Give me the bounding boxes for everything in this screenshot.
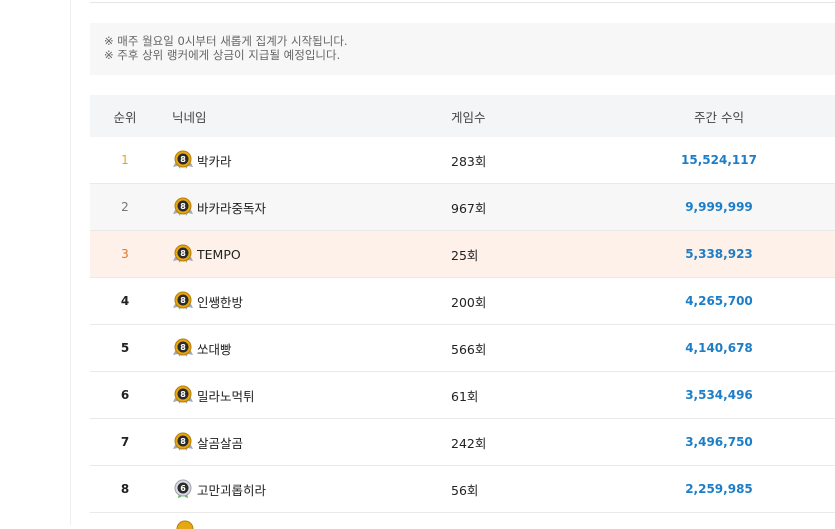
nickname-text: 바카라중독자	[197, 200, 267, 216]
table-row: 4 8 인쌩한방 200회 4,265,700	[90, 278, 835, 325]
profit-cell: 3,534,496	[685, 388, 753, 402]
nickname-cell: 8 밀라노먹튀	[160, 384, 428, 406]
nickname-text: 살곰살곰	[197, 435, 244, 451]
nickname-cell: 8 바카라중독자	[160, 196, 428, 218]
badge-level: 8	[180, 155, 186, 164]
header-profit: 주간 수익	[694, 109, 744, 125]
table-header: 순위 닉네임 게임수 주간 수익	[90, 95, 835, 137]
profit-cell: 9,999,999	[685, 200, 753, 214]
nickname-cell: 8 쏘대빵	[160, 337, 428, 359]
games-cell: 967회	[451, 200, 487, 216]
nickname-cell: 8 박카라	[160, 149, 428, 171]
table-row-partial	[90, 510, 835, 529]
nickname-text: TEMPO	[197, 246, 241, 262]
nickname-cell: 8 TEMPO	[160, 243, 428, 265]
table-row: 8 6 고만괴롭히라 56회 2,259,985	[90, 466, 835, 513]
profit-cell: 3,496,750	[685, 435, 753, 449]
silver-medal-level-icon: 6	[174, 479, 192, 498]
games-cell: 566회	[451, 341, 487, 357]
nickname-text: 밀라노먹튀	[197, 388, 255, 404]
badge-level: 8	[180, 202, 186, 211]
notice-line-1: ※ 매주 월요일 0시부터 새롭게 집계가 시작됩니다.	[104, 34, 348, 48]
table-row: 1 8 박카라 283회 15,524,117	[90, 137, 835, 184]
profit-cell: 5,338,923	[685, 247, 753, 261]
rank-cell: 8	[120, 482, 130, 496]
badge-level: 8	[180, 249, 186, 258]
gold-medal-level-icon	[176, 520, 194, 529]
badge-level: 8	[180, 296, 186, 305]
weekly-ranking-table: 순위 닉네임 게임수 주간 수익 1 8 박카라 283회 15,524,117…	[90, 95, 835, 513]
header-nickname: 닉네임	[172, 109, 207, 125]
table-row: 3 8 TEMPO 25회 5,338,923	[90, 231, 835, 278]
left-rail	[0, 0, 71, 525]
games-cell: 283회	[451, 153, 487, 169]
nickname-text: 고만괴롭히라	[197, 482, 267, 498]
games-cell: 61회	[451, 388, 479, 404]
rank-cell: 2	[121, 200, 129, 214]
games-cell: 56회	[451, 482, 479, 498]
profit-cell: 4,265,700	[685, 294, 753, 308]
nickname-cell: 8 인쌩한방	[160, 290, 428, 312]
table-row: 7 8 살곰살곰 242회 3,496,750	[90, 419, 835, 466]
rank-cell: 1	[121, 153, 129, 167]
rank-cell: 3	[121, 247, 129, 261]
rank-cell: 5	[120, 341, 130, 355]
profit-cell: 2,259,985	[685, 482, 753, 496]
games-cell: 242회	[451, 435, 487, 451]
profit-cell: 4,140,678	[685, 341, 753, 355]
gold-medal-level-icon: 8	[173, 197, 193, 216]
table-row: 6 8 밀라노먹튀 61회 3,534,496	[90, 372, 835, 419]
profit-cell: 15,524,117	[681, 153, 757, 167]
gold-medal-level-icon: 8	[173, 150, 193, 169]
table-row: 2 8 바카라중독자 967회 9,999,999	[90, 184, 835, 231]
badge-level: 8	[180, 343, 186, 352]
gold-medal-level-icon: 8	[173, 291, 193, 310]
nickname-cell: 8 살곰살곰	[160, 431, 428, 453]
gold-medal-level-icon: 8	[173, 385, 193, 404]
top-divider	[90, 0, 835, 3]
badge-level: 8	[180, 437, 186, 446]
rank-cell: 7	[120, 435, 130, 449]
badge-level: 8	[180, 390, 186, 399]
gold-medal-level-icon: 8	[173, 338, 193, 357]
rank-cell: 4	[120, 294, 130, 308]
nickname-cell: 6 고만괴롭히라	[160, 478, 428, 500]
nickname-text: 쏘대빵	[197, 341, 232, 357]
notice-box: ※ 매주 월요일 0시부터 새롭게 집계가 시작됩니다. ※ 주후 상위 랭커에…	[90, 23, 835, 75]
nickname-text: 인쌩한방	[197, 294, 244, 310]
notice-line-2: ※ 주후 상위 랭커에게 상금이 지급될 예정입니다.	[104, 48, 341, 62]
gold-medal-level-icon: 8	[173, 432, 193, 451]
gold-medal-level-icon: 8	[173, 244, 193, 263]
rank-cell: 6	[120, 388, 130, 402]
table-row: 5 8 쏘대빵 566회 4,140,678	[90, 325, 835, 372]
header-rank: 순위	[113, 109, 137, 125]
header-games: 게임수	[451, 109, 486, 125]
games-cell: 25회	[451, 247, 479, 263]
badge-level: 6	[180, 484, 186, 493]
games-cell: 200회	[451, 294, 487, 310]
nickname-text: 박카라	[197, 153, 232, 169]
